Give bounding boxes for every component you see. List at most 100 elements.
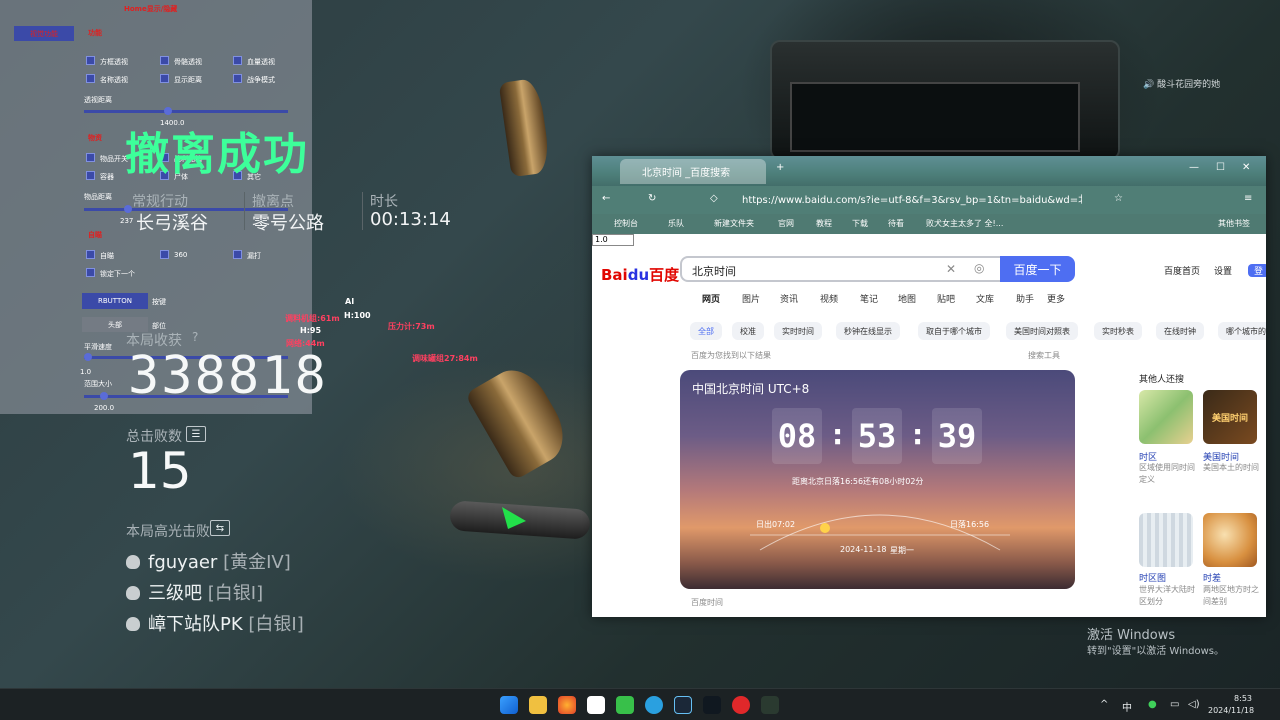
login-button[interactable]: 登 [1248,264,1266,277]
filter-pill[interactable]: 全部 [690,322,722,340]
checkbox[interactable] [86,250,95,259]
filter-pill[interactable]: 美国时间对照表 [1006,322,1078,340]
search-button[interactable]: 百度一下 [1000,256,1075,282]
tab-map[interactable]: 地图 [898,292,916,305]
browser-tab[interactable]: 北京时间 _百度搜索 [620,159,766,184]
related-desc: 世界大洋大陆时区划分 [1139,585,1195,606]
tab-video[interactable]: 视频 [820,292,838,305]
minimize-icon[interactable]: — [1189,162,1199,173]
qq-icon[interactable] [587,696,605,714]
start-icon[interactable] [500,696,518,714]
bookmark-item[interactable]: 败犬女主太多了 全!... [926,218,1003,229]
game-launcher-icon[interactable] [703,696,721,714]
firefox-icon[interactable] [558,696,576,714]
filter-pill[interactable]: 在线时钟 [1156,322,1204,340]
section-aim: 自瞄 [88,231,102,239]
telegram-icon[interactable] [645,696,663,714]
new-tab-icon[interactable]: + [776,162,784,173]
netease-music-icon[interactable] [732,696,750,714]
network-icon[interactable]: ▭ [1170,699,1179,710]
swap-icon[interactable]: ⇆ [210,520,230,536]
checkbox-label: 360 [174,251,188,259]
bookmark-item[interactable]: 控制台 [614,218,638,229]
thumb-time-difference[interactable] [1203,513,1257,567]
esp-distance-slider[interactable] [84,107,288,115]
address-bar[interactable]: https://www.baidu.com/s?ie=utf-8&f=3&rsv… [742,191,1082,210]
close-icon[interactable]: ✕ [1242,162,1250,173]
checkbox[interactable] [160,250,169,259]
filter-pill[interactable]: 校准 [732,322,764,340]
hotkey-button[interactable]: RBUTTON [82,293,148,309]
tab-web[interactable]: 网页 [702,292,720,305]
tab-images[interactable]: 图片 [742,292,760,305]
esp-label: 网络:44m [286,339,325,348]
related-link[interactable]: 时区图 [1139,571,1166,584]
thumb-timezone[interactable] [1139,390,1193,444]
shield-icon[interactable]: ◇ [710,193,718,204]
activation-watermark: 激活 Windows [1087,628,1176,643]
checkbox[interactable] [233,74,242,83]
tab-notes[interactable]: 笔记 [860,292,878,305]
bookmark-item[interactable]: 新建文件夹 [714,218,754,229]
file-explorer-icon[interactable] [529,696,547,714]
tab-assistant[interactable]: 助手 [1016,292,1034,305]
bookmark-item[interactable]: 下载 [852,218,868,229]
bookmark-item[interactable]: 乐队 [668,218,684,229]
music-widget[interactable]: 🔊 酸斗花园旁的她 [1143,77,1220,90]
related-desc: 美国本土的时间 [1203,463,1259,472]
checkbox[interactable] [233,56,242,65]
taskbar-clock[interactable]: 8:53 2024/11/18 [1208,693,1254,717]
filter-pill[interactable]: 实时时间 [774,322,822,340]
wechat-icon[interactable] [616,696,634,714]
tab-tieba[interactable]: 贴吧 [937,292,955,305]
bookmark-item[interactable]: 教程 [816,218,832,229]
maximize-icon[interactable]: ☐ [1216,162,1225,173]
settings-link[interactable]: 设置 [1214,264,1232,277]
checkbox[interactable] [86,56,95,65]
thumb-timezone-map[interactable] [1139,513,1193,567]
slider-value: 1.0 [80,368,92,376]
menu-icon[interactable]: ≡ [1244,193,1252,204]
help-icon[interactable]: ? [192,330,198,344]
checkbox[interactable] [86,171,95,180]
filter-pill[interactable]: 秒钟在线显示 [836,322,900,340]
bookmark-item[interactable]: 官网 [778,218,794,229]
tab-wenku[interactable]: 文库 [976,292,994,305]
home-link[interactable]: 百度首页 [1164,264,1200,277]
hours-digit: 08 [772,408,822,464]
steam-icon[interactable] [674,696,692,714]
baidu-logo[interactable]: Baidu百度 [601,264,679,285]
thumb-us-time[interactable]: 美国时间 [1203,390,1257,444]
search-tools[interactable]: 搜索工具 [1028,350,1060,361]
filter-pill[interactable]: 取自于哪个城市 [918,322,990,340]
checkbox[interactable] [233,250,242,259]
tab-more[interactable]: 更多 [1047,292,1065,305]
tab-news[interactable]: 资讯 [780,292,798,305]
filter-pill[interactable]: 哪个城市的 [1218,322,1266,340]
ime-indicator[interactable]: 中 [1122,699,1132,714]
filter-pill[interactable]: 实时秒表 [1094,322,1142,340]
bookmark-item[interactable]: 其他书签 [1218,218,1250,229]
checkbox-label: 名称透视 [100,76,128,84]
kills-value: 15 [128,442,192,500]
camera-icon[interactable]: ◎ [974,261,984,275]
bookmark-item[interactable]: 待看 [888,218,904,229]
tray-app-icon[interactable]: ● [1148,699,1157,710]
checkbox[interactable] [160,74,169,83]
related-link[interactable]: 时差 [1203,571,1221,584]
back-icon[interactable]: ← [602,193,610,204]
checkbox[interactable] [86,153,95,162]
tray-chevron-icon[interactable]: ^ [1100,699,1108,710]
player-row: fguyaer [黄金IV] [126,548,291,574]
checkbox[interactable] [86,268,95,277]
tab-visual[interactable]: 视觉功能 [14,26,74,41]
star-icon[interactable]: ☆ [1114,193,1123,204]
checkbox[interactable] [160,56,169,65]
zoom-input[interactable]: 1.0 [592,234,634,246]
list-icon[interactable]: ☰ [186,426,206,442]
checkbox[interactable] [86,74,95,83]
game-icon[interactable] [761,696,779,714]
volume-icon[interactable]: ◁) [1188,699,1200,710]
clear-icon[interactable]: ✕ [946,262,956,276]
refresh-icon[interactable]: ↻ [648,193,656,204]
